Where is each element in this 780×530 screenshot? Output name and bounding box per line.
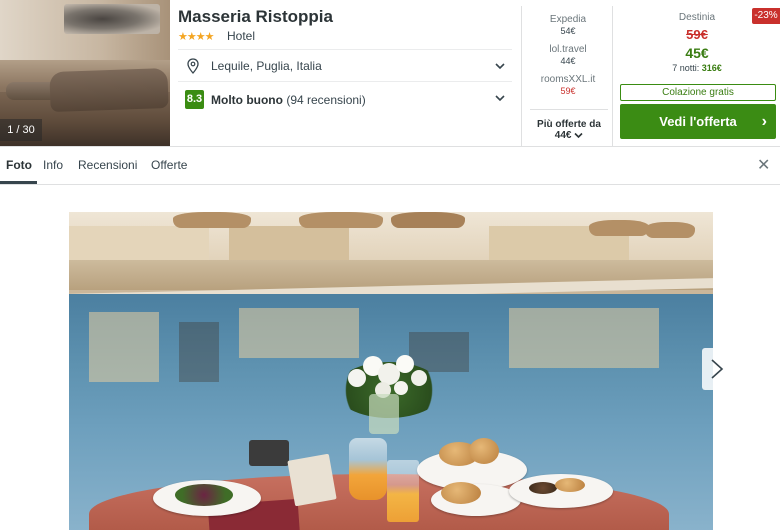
view-deal-label: Vedi l'offerta [659,114,737,129]
photo-umbrella [299,212,383,228]
photo-reflection [509,308,659,368]
deal-price: 45€ [685,45,709,61]
rating-summary: Molto buono (94 recensioni) [211,93,366,107]
photo-cookie [529,482,557,494]
tab-info[interactable]: Info [43,158,63,172]
rating-label: Molto buono [211,93,283,107]
photo-umbrella [173,212,251,228]
tab-foto[interactable]: Foto [6,158,32,172]
hotel-result-card: 1 / 30 Masseria Ristoppia ★★★★ Hotel Leq… [0,0,780,147]
tab-offerte[interactable]: Offerte [151,158,187,172]
photo-juice-jug [349,438,387,500]
thumbnail-artwork [64,4,160,34]
alternative-offers: Expedia 54€ lol.travel 44€ roomsXXL.it 5… [521,6,613,146]
more-offers-price-row: 44€ [530,130,608,141]
chevron-down-icon[interactable] [494,92,506,104]
photo-umbrella [391,212,465,228]
star-rating-icon: ★★★★ [178,31,214,43]
nights-total: 316€ [701,63,722,73]
rating-count: (94 recensioni) [286,93,366,107]
chevron-right-icon [711,359,724,379]
more-offers-price: 44€ [554,130,572,141]
photo-board [287,453,337,507]
offer-site: roomsXXL.it [540,74,596,85]
offer-price: 54€ [560,26,576,36]
hotel-thumbnail[interactable]: 1 / 30 [0,0,170,146]
more-offers-label: Più offerte da [537,119,601,130]
offer-item[interactable]: lol.travel 44€ [522,44,614,66]
offer-price: 44€ [560,56,576,66]
tab-recensioni[interactable]: Recensioni [78,158,137,172]
photo-reflection [89,312,159,382]
more-offers-button[interactable]: Più offerte da 44€ [530,109,608,141]
photo-vase [369,394,399,434]
rating-score-badge: 8.3 [185,90,204,109]
photo-bread [441,482,481,504]
photo-caddy [249,440,289,466]
free-breakfast-badge: Colazione gratis [620,84,776,101]
detail-tabs: Foto Info Recensioni Offerte ✕ [0,147,780,185]
photo-juice-glass [387,460,419,522]
photo-bread [469,438,499,464]
total-price: 7 notti: 316€ [614,63,780,73]
photo-umbrella [645,222,695,238]
view-deal-button[interactable]: Vedi l'offerta › [620,104,776,139]
photo-cookie [555,478,585,492]
nights-label: 7 notti: [672,63,700,73]
hotel-type: Hotel [227,29,256,43]
chevron-down-icon[interactable] [494,60,506,72]
best-deal: -23% Destinia 59€ 45€ 7 notti: 316€ Cola… [614,0,780,146]
close-icon[interactable]: ✕ [757,155,770,175]
offer-site: Expedia [549,14,587,25]
hotel-photo[interactable] [69,212,713,530]
photo-food [175,484,233,506]
photo-reflection [179,322,219,382]
old-price: 59€ [686,27,708,42]
location-text: Lequile, Puglia, Italia [211,59,322,73]
rating-row[interactable]: 8.3 Molto buono (94 recensioni) [178,81,512,113]
photo-umbrella [589,220,649,236]
image-counter: 1 / 30 [0,119,42,141]
offer-site: lol.travel [549,44,587,55]
chevron-right-icon: › [761,113,767,130]
hotel-info: Masseria Ristoppia ★★★★ Hotel Lequile, P… [178,0,512,146]
offer-price: 59€ [560,86,576,96]
hotel-name[interactable]: Masseria Ristoppia [178,7,333,27]
active-tab-indicator [0,181,37,184]
location-row[interactable]: Lequile, Puglia, Italia [178,49,512,81]
deal-site: Destinia [678,12,716,23]
thumbnail-pillow-large [49,67,169,113]
offer-item[interactable]: Expedia 54€ [522,14,614,36]
next-photo-button[interactable] [702,348,730,390]
offer-item[interactable]: roomsXXL.it 59€ [522,74,614,96]
chevron-down-icon [574,132,583,138]
map-pin-icon [187,58,199,74]
